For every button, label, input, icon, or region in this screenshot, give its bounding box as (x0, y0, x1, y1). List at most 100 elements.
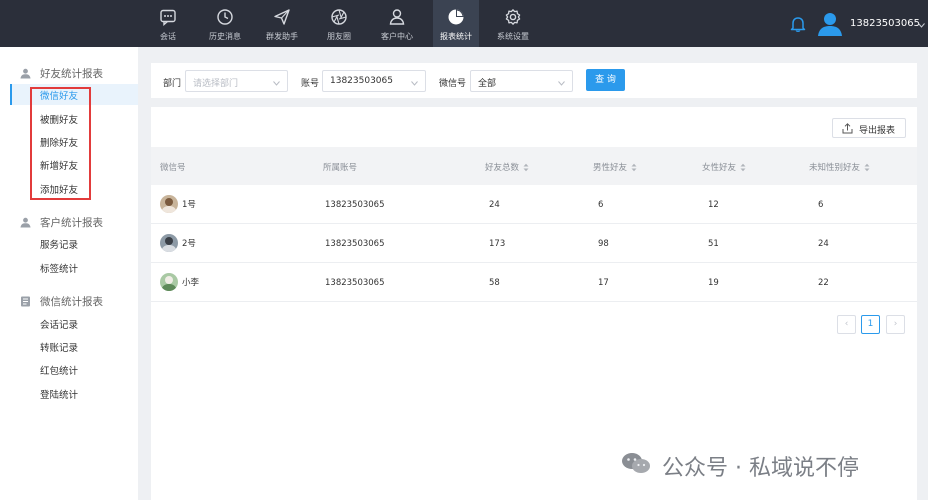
user-avatar-icon[interactable] (817, 11, 843, 37)
chat-icon (159, 8, 177, 26)
unknown-cell: 6 (818, 200, 824, 210)
sort-icon (523, 163, 529, 172)
wechat-select[interactable]: 全部 (470, 70, 573, 92)
watermark-text: 公众号 · 私域说不停 (662, 456, 859, 481)
chevron-down-icon (273, 79, 280, 86)
avatar (160, 195, 178, 213)
export-report-button[interactable]: 导出报表 (832, 118, 906, 138)
column-header-label: 女性好友 (702, 163, 737, 173)
chevron-down-icon[interactable] (918, 21, 925, 28)
total-cell: 58 (489, 278, 500, 288)
account-label: 账号 (301, 79, 320, 89)
top-nav-bar: 会话 历史消息 群发助手 朋友圈 客户中心 报表统计 系统设置 13823503… (0, 0, 928, 47)
male-cell: 17 (598, 278, 609, 288)
column-header-label: 男性好友 (593, 163, 628, 173)
table-row[interactable]: 小李 13823503065 58 17 19 22 (151, 263, 917, 302)
wechat-label: 微信号 (439, 79, 467, 89)
account-cell: 13823503065 (325, 278, 385, 288)
highlight-annotation-box (30, 87, 91, 200)
sidebar: 好友统计报表 微信好友 被删好友 删除好友 新增好友 添加好友 客户统计报表 服… (0, 47, 138, 500)
female-cell: 12 (708, 200, 719, 210)
next-page-button[interactable]: › (886, 315, 905, 334)
sidebar-group-title: 好友统计报表 (40, 68, 103, 80)
export-label: 导出报表 (859, 126, 896, 136)
account-cell: 13823503065 (325, 239, 385, 249)
sidebar-item-tag-stats[interactable]: 标签统计 (40, 261, 78, 275)
unknown-cell: 22 (818, 278, 829, 288)
table-header: 微信号 所属账号 好友总数 男性好友 女性好友 未知性别好友 (151, 147, 917, 185)
column-header-sortable[interactable]: 女性好友 (702, 161, 746, 173)
filter-bar: 部门 请选择部门 账号 13823503065 微信号 全部 查 询 (151, 63, 917, 98)
nav-label: 系统设置 (497, 32, 529, 41)
page-number-button[interactable]: 1 (861, 315, 880, 334)
total-cell: 173 (489, 239, 506, 249)
wechat-name: 小李 (182, 278, 200, 288)
sidebar-item-transfer-records[interactable]: 转账记录 (40, 340, 78, 354)
dept-placeholder: 请选择部门 (193, 79, 239, 89)
nav-item-reports[interactable]: 报表统计 (433, 0, 479, 47)
nav-item-chat[interactable]: 会话 (145, 0, 191, 47)
column-header-sortable[interactable]: 未知性别好友 (809, 161, 870, 173)
nav-item-broadcast[interactable]: 群发助手 (259, 0, 305, 47)
sidebar-group-title: 客户统计报表 (40, 217, 103, 229)
column-header: 所属账号 (323, 163, 358, 173)
male-cell: 6 (598, 200, 604, 210)
female-cell: 51 (708, 239, 719, 249)
nav-label: 会话 (160, 32, 176, 41)
sidebar-item-login-stats[interactable]: 登陆统计 (40, 387, 78, 401)
dept-select[interactable]: 请选择部门 (185, 70, 288, 92)
unknown-cell: 24 (818, 239, 829, 249)
report-icon (20, 296, 31, 307)
clock-icon (216, 8, 234, 26)
query-button[interactable]: 查 询 (586, 69, 625, 91)
table-row[interactable]: 2号 13823503065 173 98 51 24 (151, 224, 917, 263)
sidebar-group-title: 微信统计报表 (40, 296, 103, 308)
dept-label: 部门 (163, 79, 182, 89)
total-cell: 24 (489, 200, 500, 210)
user-icon (20, 68, 31, 79)
chevron-down-icon (558, 79, 565, 86)
user-icon (388, 8, 406, 26)
avatar (160, 273, 178, 291)
column-header-sortable[interactable]: 男性好友 (593, 161, 637, 173)
nav-label: 群发助手 (266, 32, 298, 41)
pie-chart-icon (447, 8, 465, 26)
avatar (160, 234, 178, 252)
gear-icon (504, 8, 522, 26)
sort-icon (864, 163, 870, 172)
nav-label: 历史消息 (209, 32, 241, 41)
username[interactable]: 13823503065 (850, 18, 920, 29)
send-icon (273, 8, 291, 26)
nav-item-customers[interactable]: 客户中心 (374, 0, 420, 47)
column-header-sortable[interactable]: 好友总数 (485, 161, 529, 173)
user-icon (20, 217, 31, 228)
nav-item-moments[interactable]: 朋友圈 (316, 0, 362, 47)
report-panel: 导出报表 微信号 所属账号 好友总数 男性好友 女性好友 未知性别好友 1号 1… (151, 107, 917, 500)
account-select[interactable]: 13823503065 (322, 70, 426, 92)
chevron-down-icon (411, 79, 418, 86)
sort-icon (740, 163, 746, 172)
nav-label: 报表统计 (440, 32, 472, 41)
column-header: 微信号 (160, 163, 186, 173)
column-header-label: 好友总数 (485, 163, 520, 173)
sidebar-item-red-packet-stats[interactable]: 红包统计 (40, 363, 78, 377)
nav-item-settings[interactable]: 系统设置 (490, 0, 536, 47)
nav-label: 朋友圈 (327, 32, 351, 41)
sidebar-item-service-records[interactable]: 服务记录 (40, 237, 78, 251)
column-header-label: 未知性别好友 (809, 163, 861, 173)
wechat-name: 2号 (182, 239, 196, 249)
sort-icon (631, 163, 637, 172)
export-icon (842, 123, 853, 134)
nav-label: 客户中心 (381, 32, 413, 41)
wechat-name: 1号 (182, 200, 196, 210)
account-cell: 13823503065 (325, 200, 385, 210)
aperture-icon (330, 8, 348, 26)
wechat-value: 全部 (478, 79, 497, 89)
wechat-logo-icon (621, 451, 651, 475)
nav-item-history[interactable]: 历史消息 (202, 0, 248, 47)
table-row[interactable]: 1号 13823503065 24 6 12 6 (151, 185, 917, 224)
sidebar-item-chat-records[interactable]: 会话记录 (40, 317, 78, 331)
prev-page-button[interactable]: ‹ (837, 315, 856, 334)
account-value: 13823503065 (330, 76, 393, 86)
bell-icon[interactable] (789, 15, 807, 33)
